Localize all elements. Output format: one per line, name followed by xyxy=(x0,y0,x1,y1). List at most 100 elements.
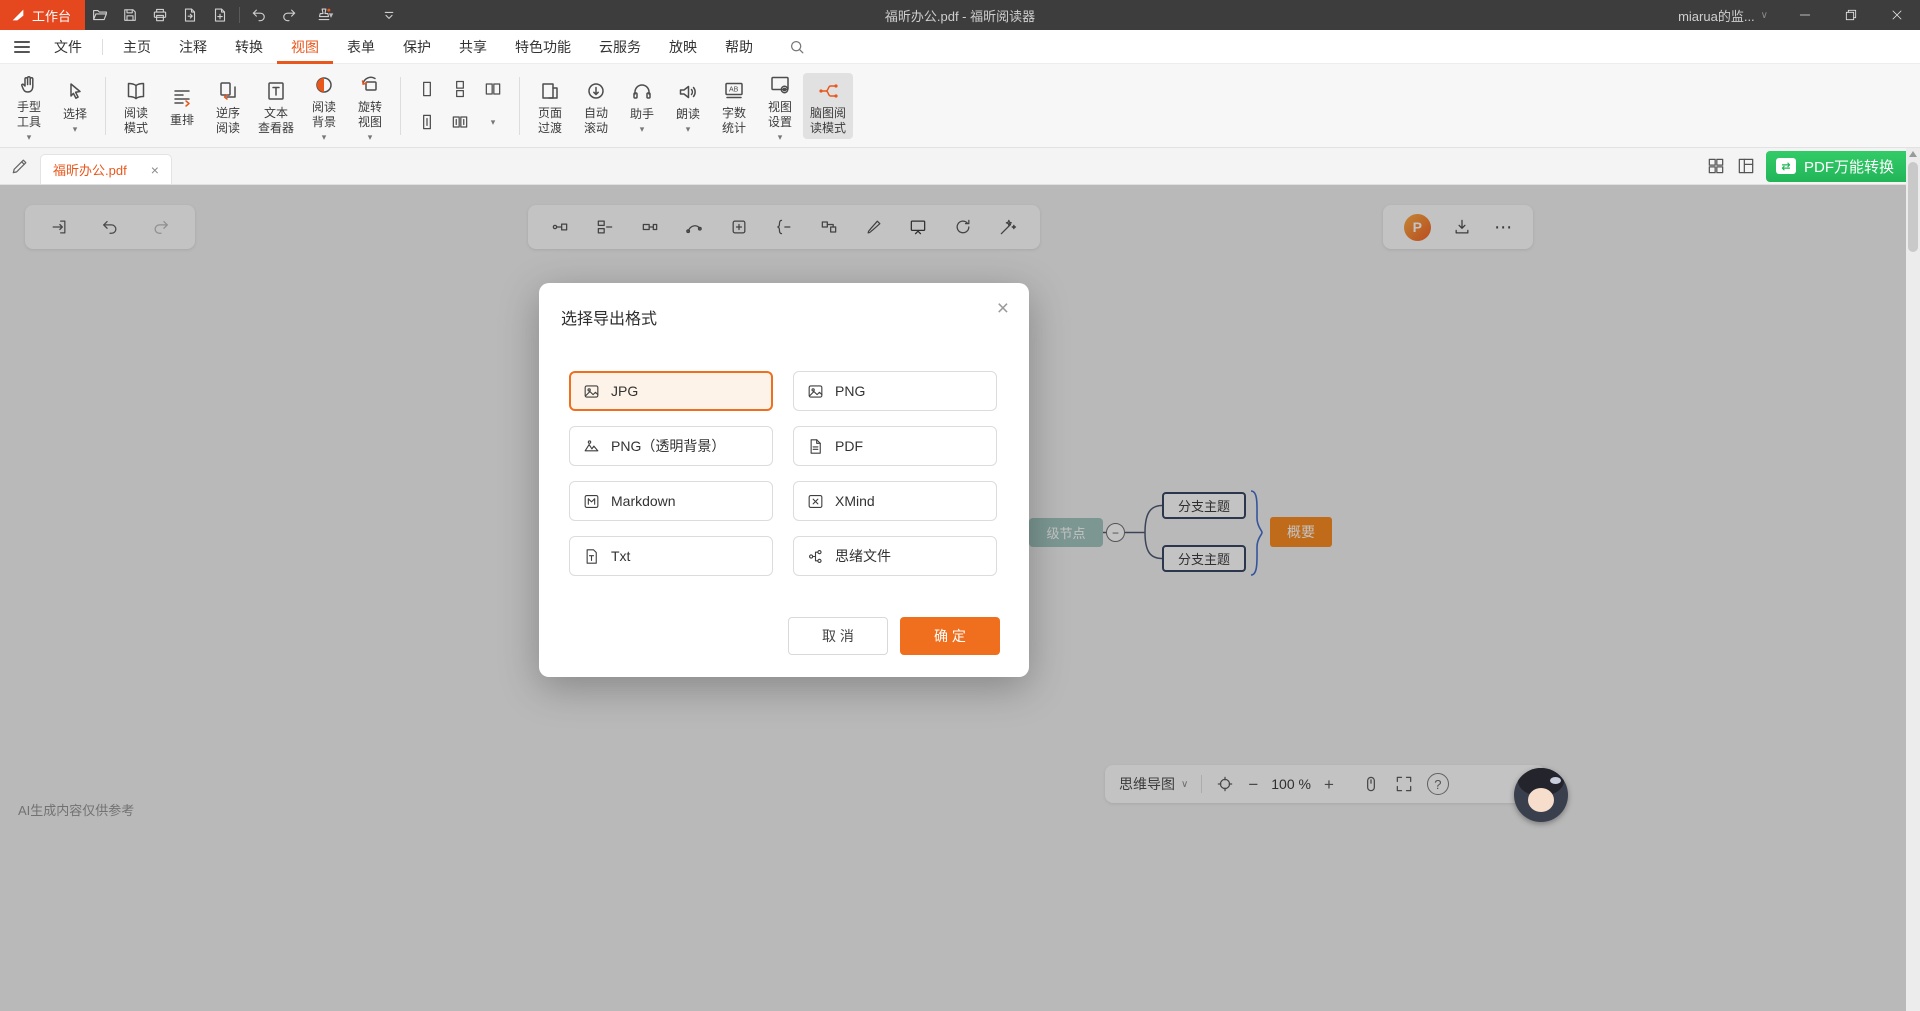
pdf-convert-button[interactable]: ⇄ PDF万能转换 xyxy=(1766,151,1910,182)
scroll-up-icon[interactable] xyxy=(1909,151,1917,157)
maximize-button[interactable] xyxy=(1828,0,1874,30)
new-document-icon xyxy=(211,6,229,24)
vertical-scrollbar[interactable] xyxy=(1906,148,1920,1011)
minimize-button[interactable] xyxy=(1782,0,1828,30)
continuous-page-button[interactable] xyxy=(446,75,474,103)
page-transition-button[interactable]: 页面 过渡 xyxy=(527,73,573,139)
auto-scroll-button[interactable]: 自动 滚动 xyxy=(573,73,619,139)
view-settings-button[interactable]: 视图 设置 ▾ xyxy=(757,67,803,145)
menu-item-features[interactable]: 特色功能 xyxy=(501,30,585,64)
save-icon xyxy=(121,6,139,24)
search-icon xyxy=(787,37,807,57)
document-tab[interactable]: 福昕办公.pdf × xyxy=(40,154,172,184)
format-option-pdf[interactable]: PDF xyxy=(793,426,997,466)
page-mode-dropdown[interactable]: ▾ xyxy=(479,108,507,136)
page-thumbnails-button[interactable] xyxy=(1706,156,1726,176)
page-layout-button[interactable] xyxy=(1736,156,1756,176)
word-count-button[interactable]: AB 字数 统计 xyxy=(711,73,757,139)
tab-close-button[interactable]: × xyxy=(151,162,159,178)
redo-button[interactable] xyxy=(274,0,304,30)
user-avatar[interactable] xyxy=(1514,768,1568,822)
single-scroll-button[interactable] xyxy=(413,108,441,136)
menu-item-share[interactable]: 共享 xyxy=(445,30,501,64)
window-title: 福昕办公.pdf - 福昕阅读器 xyxy=(885,6,1035,25)
menu-item-view[interactable]: 视图 xyxy=(277,30,333,64)
book-icon xyxy=(124,79,148,103)
chevron-down-icon: ▾ xyxy=(640,125,645,134)
text-viewer-button[interactable]: 文本 查看器 xyxy=(251,73,301,139)
open-file-button[interactable] xyxy=(85,0,115,30)
restore-icon xyxy=(1843,7,1859,23)
foxit-logo-icon xyxy=(10,7,26,23)
menu-item-comment[interactable]: 注释 xyxy=(165,30,221,64)
mindmap-icon xyxy=(816,79,840,103)
format-option-markdown[interactable]: Markdown xyxy=(569,481,773,521)
close-icon xyxy=(1889,7,1905,23)
text-viewer-icon xyxy=(264,79,288,103)
read-mode-button[interactable]: 阅读 模式 xyxy=(113,73,159,139)
select-tool-button[interactable]: 选择 ▾ xyxy=(52,74,98,137)
image-icon xyxy=(582,382,601,401)
layout-icon xyxy=(1736,156,1756,176)
workspace-button[interactable]: 工作台 xyxy=(0,0,85,30)
chevron-down-icon: ▾ xyxy=(27,133,32,142)
annotate-button[interactable] xyxy=(10,156,30,176)
export-pdf-button[interactable] xyxy=(175,0,205,30)
account-menu[interactable]: miarua的监... ∨ xyxy=(1664,6,1782,25)
menu-item-file[interactable]: 文件 xyxy=(40,30,96,64)
reverse-read-button[interactable]: 逆序 阅读 xyxy=(205,73,251,139)
background-color-icon xyxy=(312,73,336,97)
facing-page-button[interactable] xyxy=(479,75,507,103)
menu-item-help[interactable]: 帮助 xyxy=(711,30,767,64)
undo-icon xyxy=(250,6,268,24)
cancel-button[interactable]: 取 消 xyxy=(788,617,888,655)
format-option-xmind[interactable]: XMind xyxy=(793,481,997,521)
reverse-pages-icon xyxy=(216,79,240,103)
hand-tool-button[interactable]: 手型 工具 ▾ xyxy=(6,67,52,145)
menu-item-present[interactable]: 放映 xyxy=(655,30,711,64)
search-button[interactable] xyxy=(773,30,821,64)
text-file-icon xyxy=(582,547,601,566)
chevron-down-icon: ▾ xyxy=(322,133,327,142)
confirm-button[interactable]: 确 定 xyxy=(900,617,1000,655)
convert-arrows-icon: ⇄ xyxy=(1776,158,1796,174)
menu-item-form[interactable]: 表单 xyxy=(333,30,389,64)
collapse-toolbar-button[interactable] xyxy=(374,0,404,30)
format-option-png-transparent[interactable]: PNG（透明背景） xyxy=(569,426,773,466)
close-button[interactable] xyxy=(1874,0,1920,30)
menubar: 文件 主页 注释 转换 视图 表单 保护 共享 特色功能 云服务 放映 帮助 xyxy=(0,30,1920,64)
page-scroll-icon xyxy=(417,112,437,132)
create-pdf-button[interactable] xyxy=(205,0,235,30)
assistant-icon xyxy=(630,80,654,104)
reflow-button[interactable]: 重排 xyxy=(159,80,205,131)
dialog-close-button[interactable]: × xyxy=(997,298,1009,319)
format-option-jpg[interactable]: JPG xyxy=(569,371,773,411)
menu-item-home[interactable]: 主页 xyxy=(109,30,165,64)
print-button[interactable] xyxy=(145,0,175,30)
menu-item-protect[interactable]: 保护 xyxy=(389,30,445,64)
single-page-button[interactable] xyxy=(413,75,441,103)
save-button[interactable] xyxy=(115,0,145,30)
menu-item-cloud[interactable]: 云服务 xyxy=(585,30,655,64)
scrollbar-thumb[interactable] xyxy=(1908,162,1918,252)
menu-item-convert[interactable]: 转换 xyxy=(221,30,277,64)
mindmap-read-mode-button[interactable]: 脑图阅 读模式 xyxy=(803,73,853,139)
assistant-button[interactable]: 助手 ▾ xyxy=(619,74,665,137)
undo-button[interactable] xyxy=(244,0,274,30)
read-aloud-button[interactable]: 朗读 ▾ xyxy=(665,74,711,137)
reflow-icon xyxy=(170,86,194,110)
divider xyxy=(102,39,103,55)
stamp-tool-button[interactable]: ▾ xyxy=(304,0,344,30)
markdown-icon xyxy=(582,492,601,511)
facing-scroll-button[interactable] xyxy=(446,108,474,136)
rotate-view-button[interactable]: 旋转 视图 ▾ xyxy=(347,67,393,145)
format-option-mindfile[interactable]: 思绪文件 xyxy=(793,536,997,576)
speaker-icon xyxy=(676,80,700,104)
format-option-png[interactable]: PNG xyxy=(793,371,997,411)
titlebar: 工作台 ▾ 福昕办公.pdf - 福昕阅读器 miarua的监... ∨ xyxy=(0,0,1920,30)
menu-toggle-button[interactable] xyxy=(14,41,30,53)
tabbar: 福昕办公.pdf × ⇄ PDF万能转换 xyxy=(0,148,1920,185)
mindmap-canvas: P ⋯ 级节点 − 分支主题 分支主题 概要 思维导图 ∨ − 100 % + xyxy=(0,185,1920,1011)
format-option-txt[interactable]: Txt xyxy=(569,536,773,576)
read-background-button[interactable]: 阅读 背景 ▾ xyxy=(301,67,347,145)
